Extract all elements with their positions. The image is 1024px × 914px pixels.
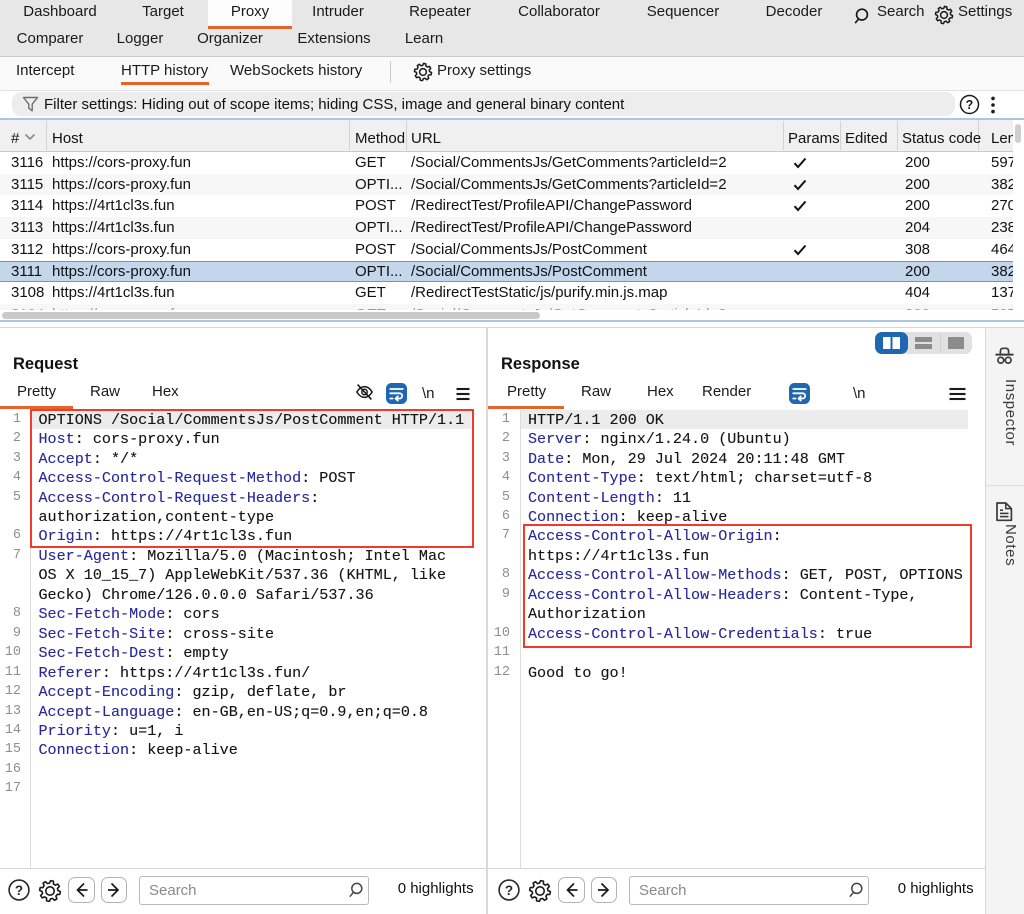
svg-text:?: ? — [966, 98, 974, 112]
svg-text:?: ? — [504, 883, 512, 898]
svg-text:?: ? — [14, 883, 22, 898]
